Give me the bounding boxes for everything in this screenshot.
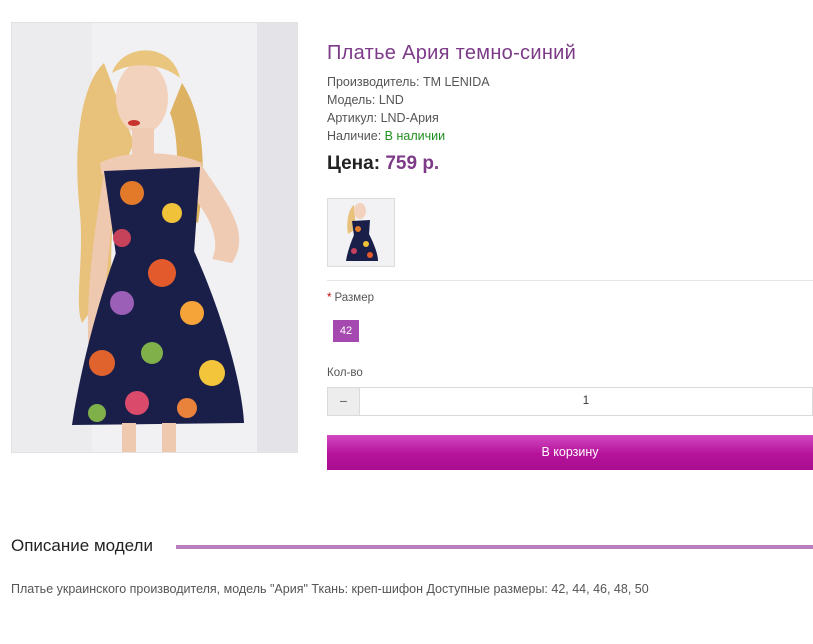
model-row: Модель: LND [327, 92, 404, 108]
price-label: Цена: [327, 153, 381, 174]
product-title: Платье Ария темно-синий [327, 42, 577, 64]
manufacturer-value[interactable]: TM LENIDA [423, 75, 490, 89]
manufacturer-row: Производитель: TM LENIDA [327, 74, 490, 90]
availability-value: В наличии [384, 129, 446, 143]
options-divider [327, 280, 813, 281]
quantity-label: Кол-во [327, 367, 363, 379]
sku-value: LND-Ария [380, 111, 439, 125]
quantity-stepper: − 1 [327, 387, 813, 416]
description-title: Описание модели [11, 536, 161, 556]
availability-row: Наличие: В наличии [327, 128, 445, 144]
model-in-dress-illustration [72, 50, 244, 452]
description-text: Платье украинского производителя, модель… [11, 582, 649, 596]
product-thumbnail[interactable] [327, 198, 395, 267]
price-row: Цена: 759 р. [327, 153, 439, 175]
model-label: Модель: [327, 93, 376, 107]
quantity-minus-button[interactable]: − [328, 388, 360, 415]
availability-label: Наличие: [327, 129, 382, 143]
description-divider [176, 545, 813, 549]
thumbnail-illustration [328, 199, 394, 266]
price-value: 759 р. [385, 153, 440, 174]
product-main-image[interactable] [11, 22, 298, 453]
required-mark: * [327, 292, 332, 304]
size-option-42[interactable]: 42 [333, 320, 359, 342]
add-to-cart-button[interactable]: В корзину [327, 435, 813, 470]
size-label-text: Размер [334, 292, 375, 304]
sku-row: Артикул: LND-Ария [327, 110, 439, 126]
model-value: LND [378, 93, 404, 107]
manufacturer-label: Производитель: [327, 75, 420, 89]
size-label: * Размер [327, 292, 374, 304]
sku-label: Артикул: [327, 111, 378, 125]
quantity-input[interactable]: 1 [360, 388, 812, 415]
